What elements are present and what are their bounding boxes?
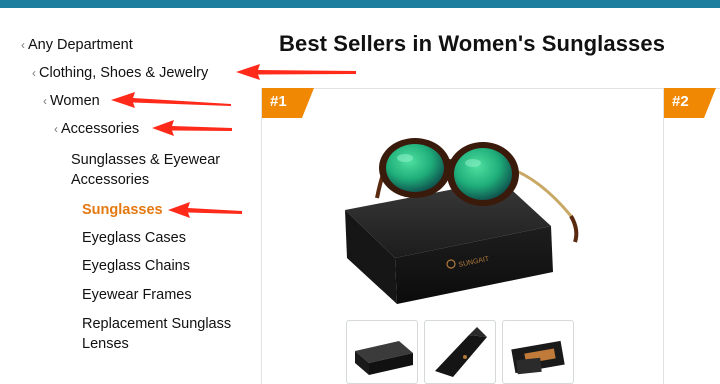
product-image[interactable]: SUNGAIT — [333, 118, 585, 308]
annotation-arrow-icon — [111, 92, 231, 108]
nav-accessories[interactable]: ‹ Accessories — [54, 119, 139, 139]
chevron-left-icon: ‹ — [21, 38, 25, 52]
product-thumbnail[interactable] — [502, 320, 574, 384]
annotation-arrow-icon — [236, 64, 356, 80]
nav-item-label: Replacement Sunglass Lenses — [82, 316, 232, 352]
nav-women[interactable]: ‹ Women — [43, 91, 100, 111]
rank-badge: #2 — [664, 88, 716, 118]
nav-item-label: Eyeglass Cases — [82, 230, 186, 246]
nav-item-label: Clothing, Shoes & Jewelry — [39, 65, 209, 81]
nav-item-label: Any Department — [28, 37, 133, 53]
nav-eyeglass-chains[interactable]: Eyeglass Chains — [82, 256, 190, 276]
nav-sunglasses-eyewear-accessories[interactable]: Sunglasses & Eyewear Accessories — [71, 150, 251, 190]
annotation-arrow-icon — [168, 202, 242, 218]
rank-label: #2 — [672, 93, 689, 110]
nav-eyeglass-cases[interactable]: Eyeglass Cases — [82, 228, 186, 248]
chevron-left-icon: ‹ — [32, 66, 36, 80]
nav-eyewear-frames[interactable]: Eyewear Frames — [82, 285, 192, 305]
rank-label: #1 — [270, 93, 287, 110]
product-thumbnail[interactable] — [424, 320, 496, 384]
nav-any-department[interactable]: ‹ Any Department — [21, 35, 133, 55]
nav-item-label: Eyeglass Chains — [82, 258, 190, 274]
top-bar — [0, 0, 720, 8]
annotation-arrow-icon — [152, 120, 232, 136]
page-title: Best Sellers in Women's Sunglasses — [279, 31, 666, 56]
chevron-left-icon: ‹ — [43, 94, 47, 108]
nav-item-label: Accessories — [61, 121, 140, 137]
divider — [261, 88, 663, 89]
nav-replacement-sunglass-lenses[interactable]: Replacement Sunglass Lenses — [82, 314, 252, 354]
rank-badge: #1 — [262, 88, 314, 118]
divider — [663, 88, 664, 384]
nav-item-label: Women — [50, 93, 100, 109]
divider — [261, 88, 262, 384]
chevron-left-icon: ‹ — [54, 122, 58, 136]
product-thumbnail[interactable] — [346, 320, 418, 384]
nav-clothing-shoes-jewelry[interactable]: ‹ Clothing, Shoes & Jewelry — [32, 63, 208, 83]
nav-item-label: Sunglasses & Eyewear Accessories — [71, 152, 221, 188]
nav-item-label: Eyewear Frames — [82, 287, 192, 303]
nav-sunglasses-selected: Sunglasses — [82, 200, 163, 220]
nav-item-label: Sunglasses — [82, 202, 163, 218]
